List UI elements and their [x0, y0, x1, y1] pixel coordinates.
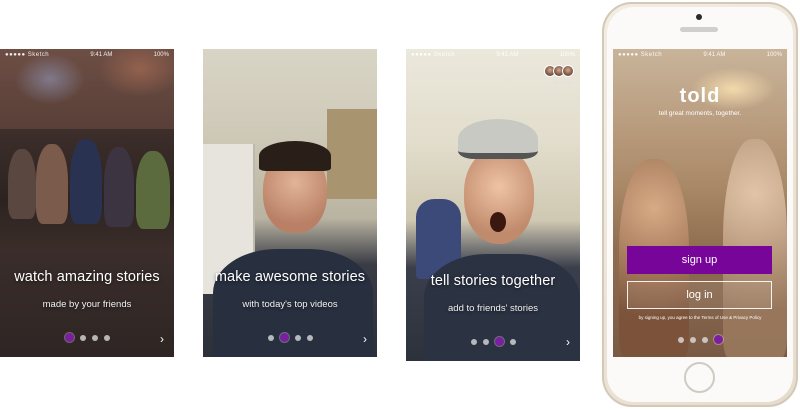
page-indicator [0, 333, 174, 342]
screen-subtitle: made by your friends [42, 299, 132, 310]
page-dot-3[interactable] [91, 334, 98, 341]
onboarding-screen-watch: ●●●●● Sketch 9:41 AM 100% watch amazing … [0, 49, 174, 357]
speaker-icon [680, 27, 718, 32]
screen-title: make awesome stories [214, 269, 366, 285]
page-dot-2[interactable] [482, 338, 489, 345]
screen-subtitle: with today's top videos [242, 299, 338, 310]
avatar [562, 65, 574, 77]
page-dot-1[interactable] [267, 334, 274, 341]
battery-label: 100% [153, 52, 169, 58]
time-label: 9:41 AM [703, 52, 726, 58]
friend-avatars[interactable] [544, 65, 574, 77]
chevron-right-icon[interactable]: › [363, 332, 367, 346]
log-in-button[interactable]: log in [627, 281, 772, 309]
more-friends-label: 23 more [553, 80, 572, 86]
page-dot-1[interactable] [470, 338, 477, 345]
caption: make awesome stories with today's top vi… [203, 269, 377, 310]
person-hair-photo [259, 141, 331, 171]
battery-label: 100% [559, 52, 575, 58]
page-dot-3[interactable] [701, 336, 708, 343]
status-bar: ●●●●● Sketch 9:41 AM 100% [406, 49, 580, 61]
shelf-photo [327, 109, 377, 199]
camera-icon [696, 14, 702, 20]
caption: watch amazing stories made by your frien… [0, 269, 174, 310]
page-indicator [613, 335, 787, 344]
page-dot-4[interactable] [306, 334, 313, 341]
page-dot-1[interactable] [64, 333, 74, 342]
sign-up-button[interactable]: sign up [627, 246, 772, 274]
screen-title: tell stories together [430, 273, 556, 289]
carrier-label: ●●●●● Sketch [618, 52, 663, 58]
page-indicator [203, 333, 377, 342]
carrier-label: ●●●●● Sketch [5, 52, 50, 58]
time-label: 9:41 AM [90, 52, 113, 58]
terms-text: by signing up, you agree to the Terms of… [638, 315, 762, 320]
page-dot-4[interactable] [713, 335, 723, 344]
screen-title: watch amazing stories [14, 269, 160, 285]
time-label: 9:41 AM [496, 52, 519, 58]
caption: tell stories together add to friends' st… [406, 273, 580, 314]
status-bar: ●●●●● Sketch 9:41 AM 100% [613, 49, 787, 61]
chevron-right-icon[interactable]: › [566, 335, 570, 349]
person-mouth-photo [490, 212, 506, 232]
home-button[interactable] [684, 362, 715, 393]
page-dot-2[interactable] [689, 336, 696, 343]
onboarding-screen-make: make awesome stories with today's top vi… [203, 49, 377, 357]
battery-label: 100% [766, 52, 782, 58]
person-cap-photo [458, 119, 538, 159]
brand: told tell great moments, together. [613, 85, 787, 117]
page-dot-4[interactable] [509, 338, 516, 345]
app-logo: told [679, 85, 721, 107]
screen-subtitle: add to friends' stories [448, 303, 538, 314]
tagline: tell great moments, together. [658, 110, 742, 117]
page-dot-2[interactable] [279, 333, 289, 342]
page-dot-3[interactable] [294, 334, 301, 341]
page-dot-4[interactable] [103, 334, 110, 341]
login-screen: ●●●●● Sketch 9:41 AM 100% told tell grea… [613, 49, 787, 357]
onboarding-screen-tell: ●●●●● Sketch 9:41 AM 100% 23 more tell s… [406, 49, 580, 361]
band-photo [0, 129, 174, 249]
page-indicator [406, 337, 580, 346]
page-dot-1[interactable] [677, 336, 684, 343]
chevron-right-icon[interactable]: › [160, 332, 164, 346]
status-bar: ●●●●● Sketch 9:41 AM 100% [0, 49, 174, 61]
carrier-label: ●●●●● Sketch [411, 52, 456, 58]
page-dot-3[interactable] [494, 337, 504, 346]
page-dot-2[interactable] [79, 334, 86, 341]
